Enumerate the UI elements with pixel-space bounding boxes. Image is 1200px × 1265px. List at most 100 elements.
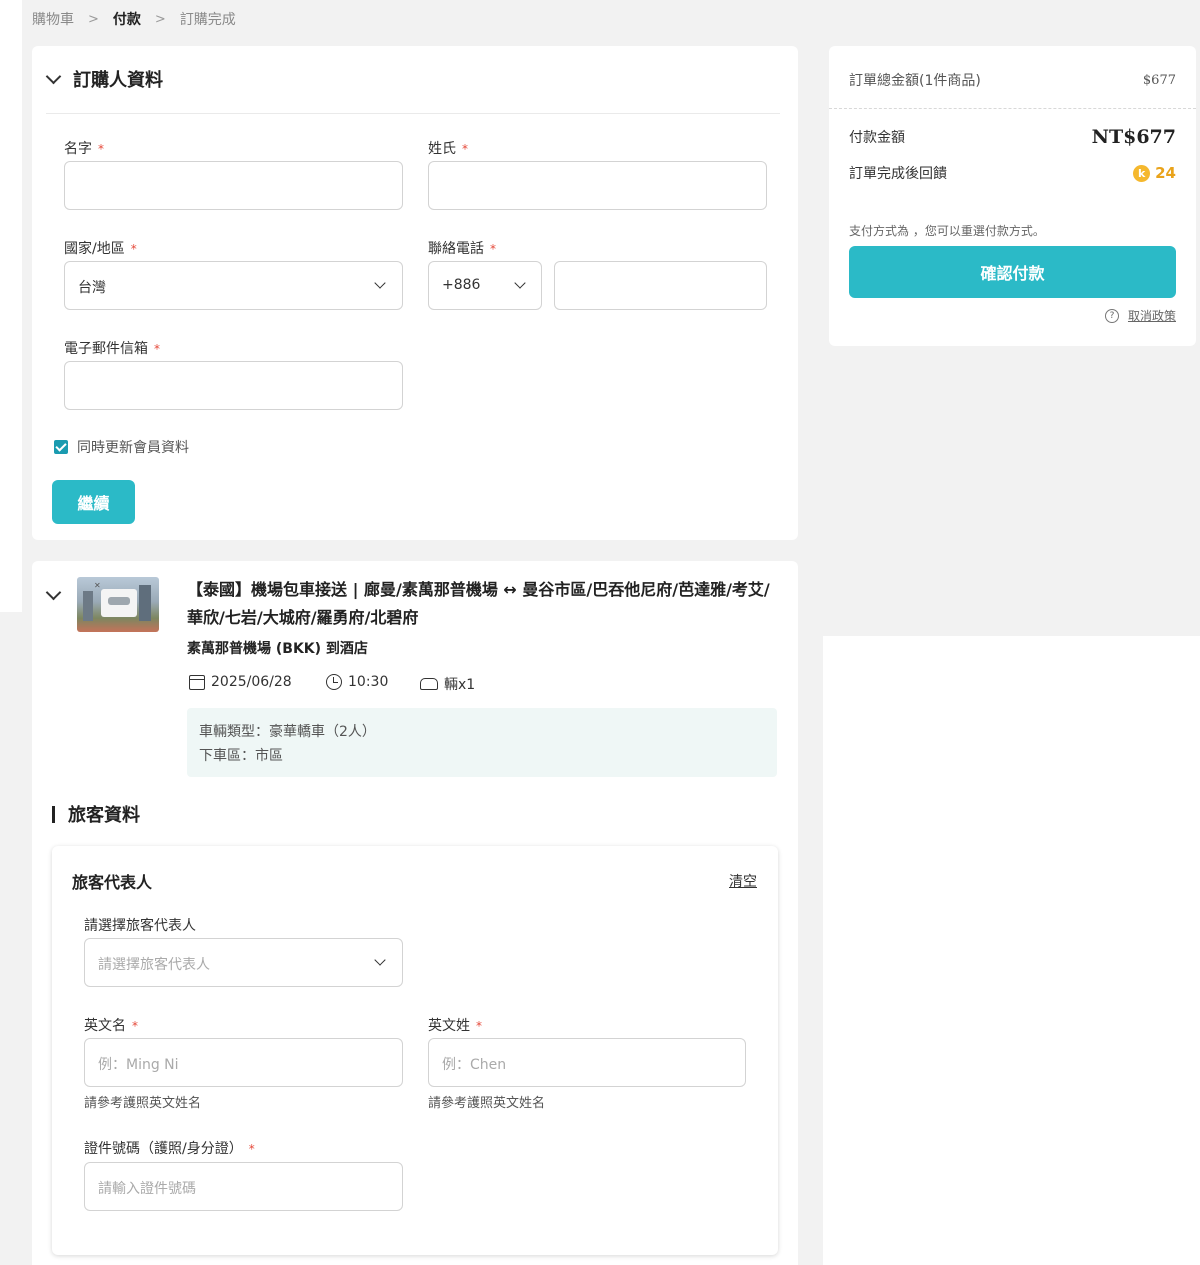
select-rep-label: 請選擇旅客代表人 — [84, 918, 196, 934]
phone-code-value: +886 — [442, 277, 481, 293]
purchaser-card: 訂購人資料 名字 * 姓氏 * 國家/地區 * 台灣 聯絡電話 * +886 電子郵件信… — [32, 46, 798, 540]
reward-row: 訂單完成後回饋 k 24 — [849, 163, 1176, 183]
required-mark: * — [98, 142, 104, 156]
pay-amount-value: NT$677 — [1091, 126, 1176, 148]
chevron-down-icon — [514, 277, 526, 289]
product-thumbnail: ✕ — [77, 577, 159, 632]
required-mark: * — [490, 242, 496, 256]
order-total-label: 訂單總金額(1件商品) — [849, 73, 981, 89]
email-label-text: 電子郵件信箱 — [64, 341, 148, 357]
product-subtitle: 素萬那普機場 (BKK) 到酒店 — [187, 641, 368, 657]
calendar-icon — [189, 674, 205, 690]
reward-label: 訂單完成後回饋 — [849, 166, 947, 182]
close-icon: ✕ — [94, 581, 101, 590]
breadcrumb-done: 訂購完成 — [179, 12, 236, 28]
breadcrumb-cart[interactable]: 購物車 — [32, 9, 74, 29]
right-blank-area — [823, 636, 1200, 1265]
divider — [46, 113, 780, 114]
breadcrumb-separator: > — [88, 11, 99, 27]
country-select[interactable]: 台灣 — [64, 261, 403, 310]
time-meta: 10:30 — [326, 674, 388, 690]
product-info-box: 車輛類型：豪華轎車（2人） 下車區：市區 — [187, 708, 777, 777]
pay-amount-label: 付款金額 — [849, 130, 905, 146]
building-shape — [139, 585, 151, 621]
breadcrumb-payment: 付款 — [112, 12, 141, 28]
en-last-name-input[interactable]: 例：Chen — [428, 1038, 746, 1087]
help-circle-icon: ? — [1104, 308, 1119, 323]
traveler-rep-select[interactable]: 請選擇旅客代表人 — [84, 938, 403, 987]
clock-icon — [326, 674, 342, 690]
first-name-field[interactable] — [64, 161, 403, 210]
en-last-label: 英文姓 * — [428, 1015, 482, 1035]
breadcrumb-separator: > — [154, 11, 166, 27]
section-marker — [52, 805, 55, 823]
id-number-input[interactable]: 請輸入證件號碼 — [84, 1162, 403, 1211]
en-first-label-text: 英文名 — [84, 1018, 126, 1034]
en-last-placeholder: 例：Chen — [442, 1057, 507, 1073]
chevron-down-icon[interactable] — [45, 68, 62, 85]
order-total-value: $677 — [1142, 72, 1176, 88]
building-shape — [83, 591, 93, 621]
chevron-down-icon — [374, 277, 386, 289]
reward-value: 24 — [1155, 164, 1176, 182]
continue-button[interactable]: 繼續 — [52, 480, 135, 524]
pay-amount-row: 付款金額 NT$677 — [849, 126, 1176, 148]
chevron-down-icon[interactable] — [45, 584, 62, 601]
en-first-name-input[interactable]: 例：Ming Ni — [84, 1038, 403, 1087]
cancel-policy[interactable]: ? 取消政策 — [1104, 307, 1176, 324]
en-first-hint: 請參考護照英文姓名 — [84, 1096, 202, 1111]
first-name-label: 名字 * — [64, 138, 104, 158]
cancel-policy-link[interactable]: 取消政策 — [1128, 307, 1176, 324]
email-field[interactable] — [64, 361, 403, 410]
order-summary-card: 訂單總金額(1件商品) $677 付款金額 NT$677 訂單完成後回饋 k 2… — [829, 46, 1196, 346]
breadcrumb: 購物車 > 付款 > 訂購完成 — [32, 9, 236, 29]
product-date: 2025/06/28 — [211, 674, 292, 690]
product-title: 【泰國】機場包車接送 | 廊曼/素萬那普機場 ↔ 曼谷市區/巴吞他尼府/芭達雅/… — [187, 580, 770, 627]
date-meta: 2025/06/28 — [189, 674, 292, 690]
country-label: 國家/地區 * — [64, 238, 137, 258]
payment-method-note: 支付方式為 ，您可以重選付款方式。 — [849, 224, 1045, 238]
sync-member-checkbox[interactable] — [54, 440, 68, 454]
traveler-rep-placeholder: 請選擇旅客代表人 — [98, 957, 210, 973]
travelers-header: 旅客資料 — [52, 801, 140, 827]
en-first-placeholder: 例：Ming Ni — [98, 1057, 179, 1073]
email-label: 電子郵件信箱 * — [64, 338, 160, 358]
first-name-label-text: 名字 — [64, 141, 92, 157]
id-number-label-text: 證件號碼（護照/身分證） — [84, 1141, 243, 1157]
required-mark: * — [476, 1019, 482, 1033]
sync-member-label: 同時更新會員資料 — [77, 440, 189, 456]
van-badge — [101, 589, 137, 617]
purchaser-title: 訂購人資料 — [73, 70, 163, 91]
vehicle-meta: 輛x1 — [420, 674, 475, 694]
purchaser-header[interactable]: 訂購人資料 — [45, 66, 163, 92]
coin-icon: k — [1133, 164, 1151, 182]
en-first-label: 英文名 * — [84, 1015, 138, 1035]
left-gutter — [0, 0, 22, 612]
id-number-placeholder: 請輸入證件號碼 — [98, 1181, 196, 1197]
id-number-label: 證件號碼（護照/身分證） * — [84, 1138, 255, 1158]
required-mark: * — [248, 1142, 255, 1156]
country-label-text: 國家/地區 — [64, 241, 125, 257]
last-name-label-text: 姓氏 — [428, 141, 456, 157]
phone-label: 聯絡電話 * — [428, 238, 496, 258]
en-last-label-text: 英文姓 — [428, 1018, 470, 1034]
confirm-payment-button[interactable]: 確認付款 — [849, 246, 1176, 298]
required-mark: * — [132, 1019, 138, 1033]
chevron-down-icon — [374, 954, 386, 966]
phone-code-select[interactable]: +886 — [428, 261, 542, 310]
en-last-hint: 請參考護照英文姓名 — [428, 1096, 546, 1111]
travelers-title: 旅客資料 — [68, 805, 140, 826]
phone-number-field[interactable] — [554, 261, 767, 310]
sync-member-row[interactable]: 同時更新會員資料 — [54, 437, 189, 457]
last-name-field[interactable] — [428, 161, 767, 210]
clear-link[interactable]: 清空 — [729, 871, 757, 891]
required-mark: * — [154, 342, 160, 356]
product-vehicles: 輛x1 — [444, 677, 476, 693]
required-mark: * — [130, 242, 137, 256]
phone-label-text: 聯絡電話 — [428, 241, 484, 257]
vehicle-type: 車輛類型：豪華轎車（2人） — [199, 724, 376, 740]
dropoff-area: 下車區：市區 — [199, 748, 283, 764]
traveler-rep-title: 旅客代表人 — [72, 873, 153, 892]
product-time: 10:30 — [348, 674, 389, 690]
product-card: ✕ 【泰國】機場包車接送 | 廊曼/素萬那普機場 ↔ 曼谷市區/巴吞他尼府/芭達… — [32, 561, 798, 1265]
